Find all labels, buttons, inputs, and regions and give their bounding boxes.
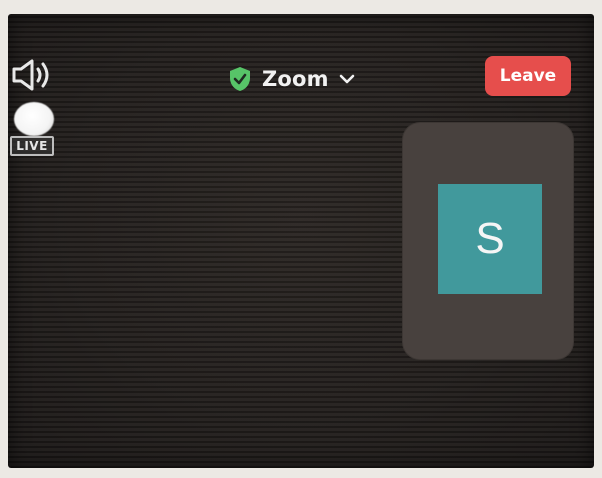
shield-check-icon bbox=[230, 67, 250, 91]
avatar: S bbox=[438, 184, 542, 294]
live-status-icon bbox=[14, 102, 54, 136]
leave-button[interactable]: Leave bbox=[485, 56, 571, 96]
meeting-title-dropdown[interactable]: Zoom bbox=[228, 64, 355, 94]
chevron-down-icon bbox=[339, 74, 355, 84]
meeting-title: Zoom bbox=[262, 67, 329, 91]
live-indicator[interactable]: LIVE bbox=[10, 102, 58, 168]
live-badge: LIVE bbox=[10, 136, 54, 156]
speaker-icon[interactable] bbox=[10, 58, 56, 92]
meeting-window: LIVE Zoom Leave S bbox=[8, 14, 594, 468]
self-view-tile[interactable]: S bbox=[402, 122, 574, 360]
photo-frame: LIVE Zoom Leave S bbox=[0, 0, 602, 478]
meeting-top-bar: LIVE Zoom Leave bbox=[8, 14, 594, 156]
